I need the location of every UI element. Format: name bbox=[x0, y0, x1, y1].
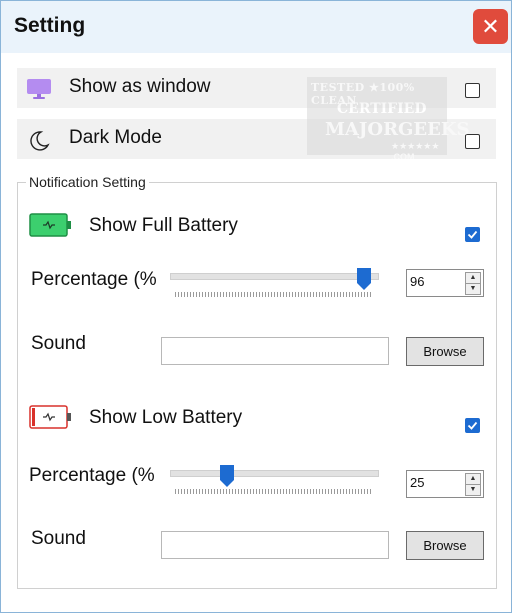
notification-group bbox=[17, 182, 497, 589]
moon-icon bbox=[27, 129, 51, 151]
full-percentage-spinner[interactable]: 96 ▲ ▼ bbox=[406, 269, 484, 297]
low-percentage-label: Percentage (% bbox=[29, 465, 155, 486]
show-as-window-checkbox[interactable] bbox=[465, 83, 480, 98]
full-slider-ticks bbox=[175, 292, 373, 297]
show-full-battery-checkbox[interactable] bbox=[465, 227, 480, 242]
low-slider-track[interactable] bbox=[170, 470, 379, 477]
show-low-battery-label: Show Low Battery bbox=[89, 407, 243, 428]
majorgeeks-watermark: TESTED ★100% CLEAN CERTIFIED MAJORGEEKS … bbox=[307, 77, 470, 162]
full-sound-input[interactable] bbox=[161, 337, 389, 365]
show-low-battery-checkbox[interactable] bbox=[465, 418, 480, 433]
low-percentage-value[interactable]: 25 bbox=[410, 475, 424, 490]
full-slider-track[interactable] bbox=[170, 273, 379, 280]
low-percentage-spinner[interactable]: 25 ▲ ▼ bbox=[406, 470, 484, 498]
low-sound-input[interactable] bbox=[161, 531, 389, 559]
spin-down-icon[interactable]: ▼ bbox=[465, 283, 481, 295]
low-browse-button[interactable]: Browse bbox=[406, 531, 484, 560]
dark-mode-label: Dark Mode bbox=[69, 127, 162, 148]
low-sound-label: Sound bbox=[31, 528, 86, 549]
close-button[interactable]: ✕ bbox=[473, 9, 508, 44]
monitor-icon bbox=[27, 78, 51, 100]
full-sound-label: Sound bbox=[31, 333, 86, 354]
full-percentage-label: Percentage (% bbox=[31, 269, 157, 290]
close-icon: ✕ bbox=[481, 13, 500, 39]
settings-window: Setting ✕ Show as window Dark Mode TESTE… bbox=[0, 0, 512, 613]
full-slider-thumb[interactable] bbox=[357, 268, 371, 290]
full-browse-button[interactable]: Browse bbox=[406, 337, 484, 366]
show-as-window-label: Show as window bbox=[69, 76, 211, 97]
show-full-battery-label: Show Full Battery bbox=[89, 215, 238, 236]
window-title: Setting bbox=[14, 14, 86, 37]
battery-full-icon bbox=[29, 213, 73, 242]
battery-low-icon bbox=[29, 405, 73, 434]
low-slider-ticks bbox=[175, 489, 373, 494]
notification-group-label: Notification Setting bbox=[26, 174, 149, 190]
title-bar: Setting ✕ bbox=[1, 1, 511, 53]
spin-down-icon[interactable]: ▼ bbox=[465, 484, 481, 496]
full-percentage-value[interactable]: 96 bbox=[410, 274, 424, 289]
low-slider-thumb[interactable] bbox=[220, 465, 234, 487]
